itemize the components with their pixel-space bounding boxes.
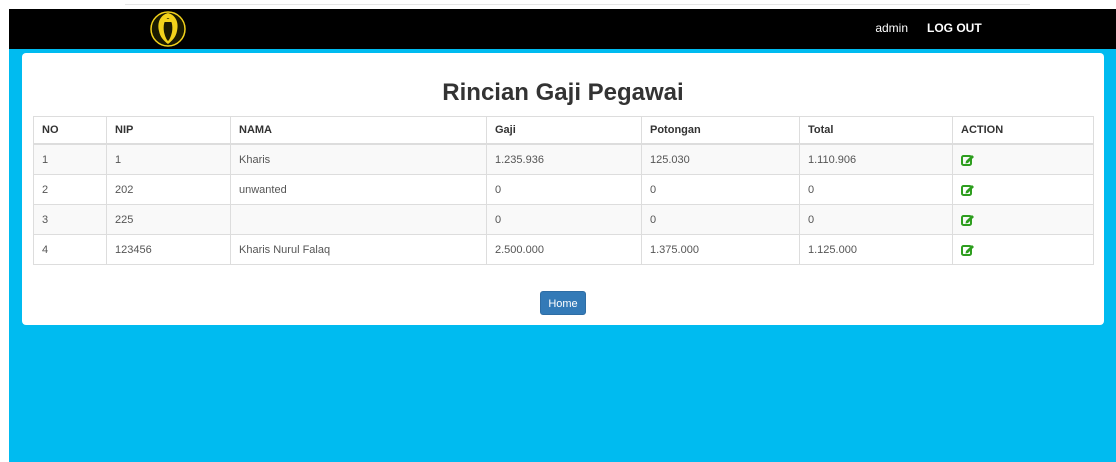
cell-nip: 202 xyxy=(106,174,231,205)
cell-gaji: 1.235.936 xyxy=(486,143,642,175)
cell-nama: unwanted xyxy=(230,174,487,205)
header-gaji: Gaji xyxy=(486,116,642,145)
table-row: 4 123456 Kharis Nurul Falaq 2.500.000 1.… xyxy=(33,234,1094,265)
header-action: ACTION xyxy=(952,116,1094,145)
cell-action xyxy=(952,174,1094,205)
emblem-logo[interactable] xyxy=(148,9,188,49)
content-panel: Rincian Gaji Pegawai NO NIP NAMA Gaji Po… xyxy=(22,53,1104,325)
cell-no: 1 xyxy=(33,143,107,175)
cell-gaji: 0 xyxy=(486,204,642,235)
cell-total: 0 xyxy=(799,204,953,235)
cell-action xyxy=(952,234,1094,265)
table-row: 1 1 Kharis 1.235.936 125.030 1.110.906 xyxy=(33,143,1094,175)
table-header-row: NO NIP NAMA Gaji Potongan Total ACTION xyxy=(33,116,1094,145)
salary-table: NO NIP NAMA Gaji Potongan Total ACTION 1… xyxy=(33,116,1094,265)
logout-link[interactable]: LOG OUT xyxy=(927,21,982,35)
header-total: Total xyxy=(799,116,953,145)
edit-icon[interactable] xyxy=(961,213,975,227)
header-no: NO xyxy=(33,116,107,145)
cell-gaji: 0 xyxy=(486,174,642,205)
cell-nip: 1 xyxy=(106,143,231,175)
cell-nip: 123456 xyxy=(106,234,231,265)
cell-gaji: 2.500.000 xyxy=(486,234,642,265)
cell-potongan: 1.375.000 xyxy=(641,234,800,265)
cell-no: 3 xyxy=(33,204,107,235)
cell-action xyxy=(952,204,1094,235)
header-potongan: Potongan xyxy=(641,116,800,145)
cell-action xyxy=(952,143,1094,175)
cell-no: 2 xyxy=(33,174,107,205)
cell-total: 1.125.000 xyxy=(799,234,953,265)
table-row: 2 202 unwanted 0 0 0 xyxy=(33,174,1094,205)
cell-total: 0 xyxy=(799,174,953,205)
edit-icon[interactable] xyxy=(961,183,975,197)
logged-in-user: admin xyxy=(875,21,908,35)
page-title: Rincian Gaji Pegawai xyxy=(442,79,684,106)
cell-no: 4 xyxy=(33,234,107,265)
cell-potongan: 0 xyxy=(641,204,800,235)
top-divider xyxy=(125,4,1030,5)
cell-potongan: 0 xyxy=(641,174,800,205)
top-navbar: admin LOG OUT xyxy=(9,9,1116,49)
home-button[interactable]: Home xyxy=(540,291,586,315)
cell-potongan: 125.030 xyxy=(641,143,800,175)
cell-total: 1.110.906 xyxy=(799,143,953,175)
edit-icon[interactable] xyxy=(961,243,975,257)
header-nama: NAMA xyxy=(230,116,487,145)
table-row: 3 225 0 0 0 xyxy=(33,204,1094,235)
cell-nip: 225 xyxy=(106,204,231,235)
cell-nama: Kharis xyxy=(230,143,487,175)
cell-nama xyxy=(230,204,487,235)
top-strip xyxy=(0,0,1116,9)
edit-icon[interactable] xyxy=(961,153,975,167)
cell-nama: Kharis Nurul Falaq xyxy=(230,234,487,265)
header-nip: NIP xyxy=(106,116,231,145)
